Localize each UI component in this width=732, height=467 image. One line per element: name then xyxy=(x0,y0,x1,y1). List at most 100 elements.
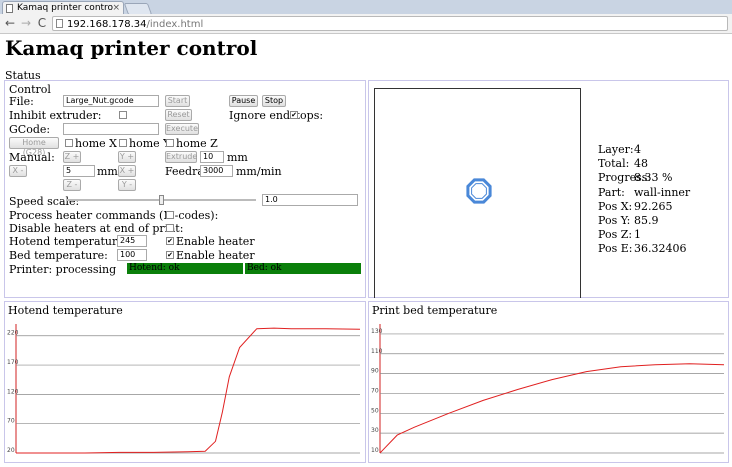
y-tick-label: 130 xyxy=(371,328,383,335)
nut-inner-wall xyxy=(471,183,487,199)
printer-status-text: Printer: processing xyxy=(9,263,117,276)
y-tick-label: 30 xyxy=(371,427,379,434)
hotend-temperature-chart: 20 70 120 170 220 xyxy=(7,324,361,454)
home-x-checkbox[interactable] xyxy=(65,139,73,147)
bed-enable-label: Enable heater xyxy=(176,249,255,262)
browser-tab[interactable]: Kamaq printer contro × xyxy=(2,1,124,14)
speed-scale-label: Speed scale: xyxy=(9,195,80,208)
y-tick-label: 120 xyxy=(7,388,19,395)
ignore-endstops-label: Ignore endstops: xyxy=(229,109,324,122)
file-label: File: xyxy=(9,95,34,108)
home-y-label: home Y xyxy=(129,137,171,150)
bed-temp-input[interactable]: 100 xyxy=(117,249,147,261)
hotend-temp-input[interactable]: 245 xyxy=(117,235,147,247)
info-label: Pos E: xyxy=(598,242,633,256)
info-label: Pos Y: xyxy=(598,214,631,227)
hotend-chart-title: Hotend temperature xyxy=(8,304,123,317)
info-label: Pos Z: xyxy=(598,228,633,242)
speed-scale-slider-thumb[interactable] xyxy=(159,195,164,205)
extrude-amount-input[interactable]: 10 xyxy=(200,151,224,163)
info-value: 4 xyxy=(634,143,641,156)
start-button[interactable]: Start xyxy=(165,95,190,107)
x-minus-button[interactable]: X - xyxy=(9,165,27,177)
gcode-label: GCode: xyxy=(9,123,51,136)
z-minus-button[interactable]: Z - xyxy=(63,179,81,191)
disable-heaters-label: Disable heaters at end of print: xyxy=(9,222,184,235)
info-value: 48 xyxy=(634,157,648,171)
x-plus-button[interactable]: X + xyxy=(118,165,136,177)
info-value: 36.32406 xyxy=(634,242,687,256)
hotend-enable-checkbox[interactable] xyxy=(166,237,174,245)
close-tab-icon[interactable]: × xyxy=(112,2,120,14)
bed-temp-label: Bed temperature: xyxy=(9,249,108,262)
info-value: 1 xyxy=(634,228,641,242)
home-z-checkbox[interactable] xyxy=(166,139,174,147)
bed-temperature-chart: 10 30 50 70 90 110 130 xyxy=(371,324,725,454)
url-path: /index.html xyxy=(146,19,204,30)
file-input[interactable]: Large_Nut.gcode xyxy=(63,95,159,107)
z-plus-button[interactable]: Z + xyxy=(63,151,81,163)
info-label: Part: xyxy=(598,185,625,199)
info-value: 85.9 xyxy=(634,214,659,227)
temperature-series-line xyxy=(16,327,361,454)
browser-toolbar: ← → C 192.168.178.34/index.html xyxy=(0,14,732,34)
execute-button[interactable]: Execute xyxy=(165,123,199,135)
step-unit: mm xyxy=(97,165,118,178)
address-bar[interactable]: 192.168.178.34/index.html xyxy=(52,16,728,31)
speed-scale-input[interactable]: 1.0 xyxy=(262,194,358,206)
page-title: Kamaq printer control xyxy=(5,36,258,60)
home-y-checkbox[interactable] xyxy=(119,139,127,147)
info-label: Pos X: xyxy=(598,199,633,213)
info-value: 8.33 % xyxy=(634,171,673,185)
inhibit-extruder-label: Inhibit extruder: xyxy=(9,109,102,122)
bed-chart-title: Print bed temperature xyxy=(372,304,498,317)
temperature-series-line xyxy=(379,363,725,454)
reset-button[interactable]: Reset xyxy=(165,109,192,121)
y-minus-button[interactable]: Y - xyxy=(118,179,136,191)
bed-enable-checkbox[interactable] xyxy=(166,251,174,259)
hotend-status-badge: Hotend: ok xyxy=(127,263,243,274)
feedrate-input[interactable]: 3000 xyxy=(200,165,233,177)
home-x-label: home X xyxy=(75,137,117,150)
inhibit-extruder-checkbox[interactable] xyxy=(119,111,127,119)
page-icon xyxy=(56,19,63,28)
info-label: Layer: xyxy=(598,143,634,156)
forward-icon[interactable]: → xyxy=(19,16,33,30)
ignore-endstops-checkbox[interactable] xyxy=(290,111,298,119)
hotend-temp-label: Hotend temperature: xyxy=(9,235,128,248)
process-heater-label: Process heater commands (M-codes): xyxy=(9,209,219,222)
y-tick-label: 20 xyxy=(7,447,15,454)
info-value: 92.265 xyxy=(634,199,673,213)
y-tick-label: 170 xyxy=(7,359,19,366)
info-value: wall-inner xyxy=(634,185,691,199)
extrude-button[interactable]: Extrude xyxy=(165,151,197,163)
info-label: Total: xyxy=(598,157,630,171)
tab-title: Kamaq printer contro xyxy=(17,3,114,13)
nut-preview-drawing xyxy=(466,178,492,204)
page-icon xyxy=(6,4,13,13)
stop-button[interactable]: Stop xyxy=(262,95,286,107)
layer-preview xyxy=(374,88,581,298)
browser-tab-bar: Kamaq printer contro × xyxy=(0,0,732,15)
gcode-input[interactable] xyxy=(63,123,159,135)
y-tick-label: 70 xyxy=(371,387,379,394)
bed-status-badge: Bed: ok xyxy=(245,263,361,274)
hotend-enable-label: Enable heater xyxy=(176,235,255,248)
disable-heaters-checkbox[interactable] xyxy=(166,224,174,232)
step-size-input[interactable]: 5 xyxy=(63,165,95,177)
feedrate-unit: mm/min xyxy=(236,165,282,178)
extrude-unit: mm xyxy=(227,151,248,164)
manual-label: Manual: xyxy=(9,151,55,164)
reload-icon[interactable]: C xyxy=(35,16,49,30)
home-z-label: home Z xyxy=(176,137,218,150)
y-plus-button[interactable]: Y + xyxy=(118,151,136,163)
y-tick-label: 220 xyxy=(7,330,19,337)
home-g28-button[interactable]: Home (G28) xyxy=(9,137,59,157)
pause-button[interactable]: Pause xyxy=(229,95,258,107)
back-icon[interactable]: ← xyxy=(3,16,17,30)
process-heater-checkbox[interactable] xyxy=(166,211,174,219)
y-tick-label: 50 xyxy=(371,407,379,414)
y-tick-label: 90 xyxy=(371,368,379,375)
y-tick-label: 10 xyxy=(371,447,379,454)
y-tick-label: 70 xyxy=(7,418,15,425)
